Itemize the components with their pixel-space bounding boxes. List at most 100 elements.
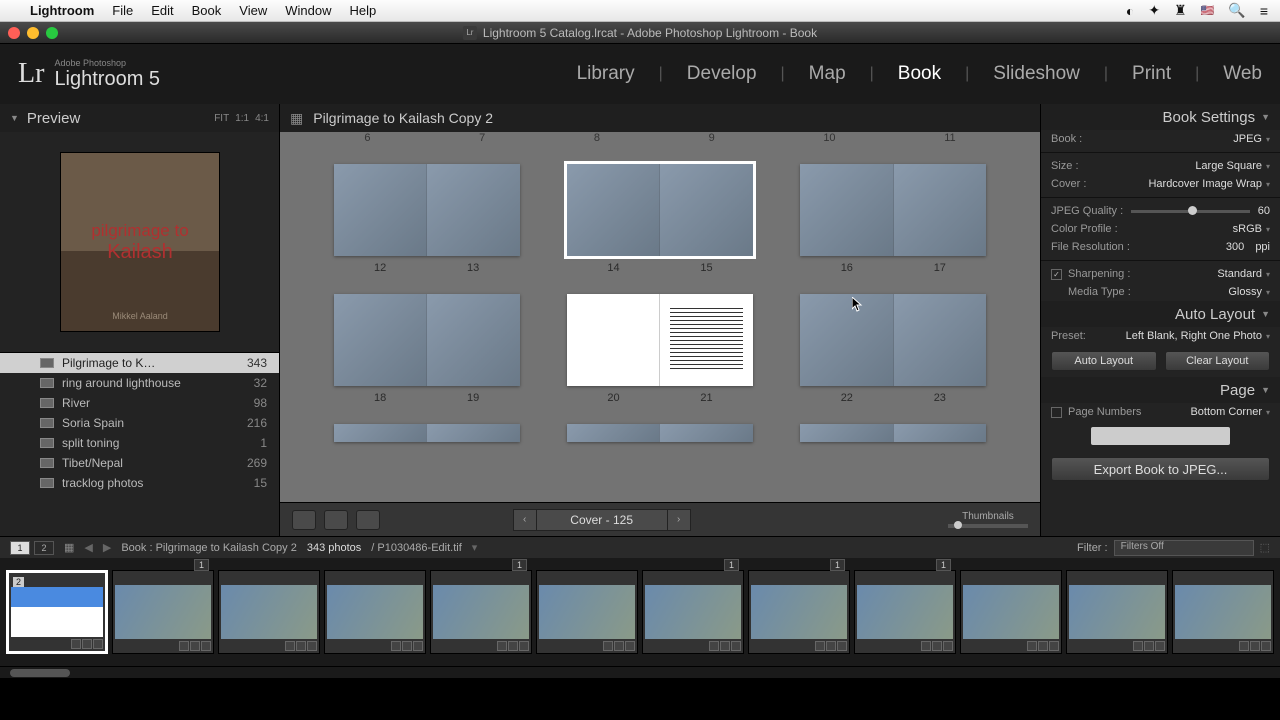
checkbox-icon[interactable]: ✓: [1051, 269, 1062, 280]
status-icon[interactable]: ◐: [1126, 3, 1134, 19]
setting-page-numbers[interactable]: Page NumbersBottom Corner▾: [1041, 403, 1280, 421]
setting-cover[interactable]: Cover :Hardcover Image Wrap▾: [1041, 175, 1280, 193]
collection-row[interactable]: Soria Spain216: [0, 413, 279, 433]
collection-row[interactable]: Tibet/Nepal269: [0, 453, 279, 473]
menu-edit[interactable]: Edit: [151, 3, 173, 18]
menu-icon[interactable]: ≡: [1260, 3, 1268, 19]
book-spread[interactable]: 1415: [567, 164, 753, 274]
page-number: 20: [607, 392, 619, 404]
filmstrip-thumb[interactable]: 1: [430, 570, 532, 654]
filmstrip-thumb[interactable]: [1172, 570, 1274, 654]
filmstrip-thumb[interactable]: 1: [642, 570, 744, 654]
collection-row[interactable]: Pilgrimage to K…343: [0, 353, 279, 373]
book-cover-preview[interactable]: pilgrimage to Kailash Mikkel Aaland: [60, 152, 220, 332]
setting-size[interactable]: Size :Large Square▾: [1041, 157, 1280, 175]
filter-dropdown[interactable]: Filters Off: [1114, 540, 1254, 556]
view-spread-button[interactable]: [324, 510, 348, 530]
preview-header[interactable]: ▼ Preview FIT 1:1 4:1: [0, 104, 279, 132]
book-spread[interactable]: [334, 424, 520, 442]
disclosure-icon: ▼: [10, 113, 19, 123]
menu-view[interactable]: View: [239, 3, 267, 18]
book-spread[interactable]: 1617: [800, 164, 986, 274]
setting-media-type[interactable]: Media Type :Glossy▾: [1041, 283, 1280, 301]
export-button[interactable]: Export Book to JPEG...: [1051, 457, 1270, 481]
thumbnail-size-slider[interactable]: Thumbnails: [948, 511, 1028, 528]
book-spread[interactable]: 2223: [800, 294, 986, 404]
usage-badge: 1: [830, 559, 845, 571]
module-print[interactable]: Print: [1132, 63, 1171, 85]
module-book[interactable]: Book: [898, 63, 941, 85]
fit-mode[interactable]: 1:1: [235, 113, 249, 124]
view-grid-button[interactable]: [292, 510, 316, 530]
status-icon[interactable]: ✦: [1148, 2, 1160, 19]
book-spread[interactable]: 2021: [567, 294, 753, 404]
book-spread[interactable]: 1819: [334, 294, 520, 404]
filmstrip-thumb[interactable]: [218, 570, 320, 654]
screen-1[interactable]: 1: [10, 541, 30, 555]
book-spread[interactable]: 1213: [334, 164, 520, 274]
page-bg-swatch[interactable]: [1091, 427, 1230, 445]
module-slideshow[interactable]: Slideshow: [993, 63, 1080, 85]
status-icon[interactable]: ♜: [1174, 2, 1187, 19]
source-path[interactable]: Book : Pilgrimage to Kailash Copy 2: [121, 542, 296, 554]
page-number: 19: [467, 392, 479, 404]
menu-window[interactable]: Window: [285, 3, 331, 18]
menu-help[interactable]: Help: [349, 3, 376, 18]
book-spread[interactable]: [567, 424, 753, 442]
filmstrip[interactable]: 211111: [0, 558, 1280, 666]
filmstrip-thumb[interactable]: 1: [748, 570, 850, 654]
setting-sharpening[interactable]: ✓Sharpening :Standard▾: [1041, 265, 1280, 283]
module-library[interactable]: Library: [577, 63, 635, 85]
filmstrip-thumb[interactable]: 2: [6, 570, 108, 654]
collection-row[interactable]: tracklog photos15: [0, 473, 279, 493]
collection-row[interactable]: River98: [0, 393, 279, 413]
checkbox-icon[interactable]: [1051, 407, 1062, 418]
fit-mode[interactable]: FIT: [214, 113, 229, 124]
collection-row[interactable]: split toning1: [0, 433, 279, 453]
module-web[interactable]: Web: [1223, 63, 1262, 85]
filter-lock-icon[interactable]: ⬚: [1260, 541, 1270, 554]
lr-logo-small: Adobe Photoshop: [54, 58, 160, 68]
filmstrip-thumb[interactable]: [1066, 570, 1168, 654]
collection-row[interactable]: ring around lighthouse32: [0, 373, 279, 393]
module-map[interactable]: Map: [809, 63, 846, 85]
filmstrip-thumb[interactable]: 1: [854, 570, 956, 654]
screen-2[interactable]: 2: [34, 541, 54, 555]
setting-preset[interactable]: Preset:Left Blank, Right One Photo▾: [1041, 327, 1280, 345]
module-develop[interactable]: Develop: [687, 63, 757, 85]
menu-app[interactable]: Lightroom: [30, 3, 94, 18]
book-settings-header[interactable]: Book Settings▼: [1041, 104, 1280, 130]
page-number: 17: [934, 262, 946, 274]
nav-fwd-icon[interactable]: ▶: [103, 541, 111, 554]
flag-icon[interactable]: 🇺🇸: [1201, 4, 1215, 17]
spotlight-icon[interactable]: 🔍: [1228, 2, 1245, 19]
zoom-icon[interactable]: [46, 27, 58, 39]
page-header[interactable]: Page▼: [1041, 377, 1280, 403]
left-panel: ▼ Preview FIT 1:1 4:1 pilgrimage to Kail…: [0, 104, 280, 536]
filmstrip-thumb[interactable]: [324, 570, 426, 654]
fit-mode[interactable]: 4:1: [255, 113, 269, 124]
nav-back-icon[interactable]: ◀: [84, 541, 92, 554]
collection-name: ring around lighthouse: [62, 376, 181, 390]
book-spread[interactable]: [800, 424, 986, 442]
filmstrip-thumb[interactable]: 1: [112, 570, 214, 654]
view-single-button[interactable]: [356, 510, 380, 530]
grid-toggle-icon[interactable]: ▦: [64, 541, 74, 554]
menu-book[interactable]: Book: [192, 3, 222, 18]
setting-jpeg-quality[interactable]: JPEG Quality :60: [1041, 202, 1280, 220]
minimize-icon[interactable]: [27, 27, 39, 39]
auto-layout-header[interactable]: Auto Layout▼: [1041, 301, 1280, 327]
auto-layout-button[interactable]: Auto Layout: [1051, 351, 1157, 371]
filmstrip-thumb[interactable]: [960, 570, 1062, 654]
menu-file[interactable]: File: [112, 3, 133, 18]
filmstrip-thumb[interactable]: [536, 570, 638, 654]
setting-color-profile[interactable]: Color Profile :sRGB▾: [1041, 220, 1280, 238]
filmstrip-scrollbar[interactable]: [0, 666, 1280, 678]
grid-icon[interactable]: ▦: [290, 110, 303, 127]
next-page-button[interactable]: ›: [667, 509, 691, 531]
clear-layout-button[interactable]: Clear Layout: [1165, 351, 1271, 371]
prev-page-button[interactable]: ‹: [513, 509, 537, 531]
setting-book[interactable]: Book :JPEG▾: [1041, 130, 1280, 148]
setting-file-resolution[interactable]: File Resolution :300 ppi: [1041, 238, 1280, 256]
close-icon[interactable]: [8, 27, 20, 39]
